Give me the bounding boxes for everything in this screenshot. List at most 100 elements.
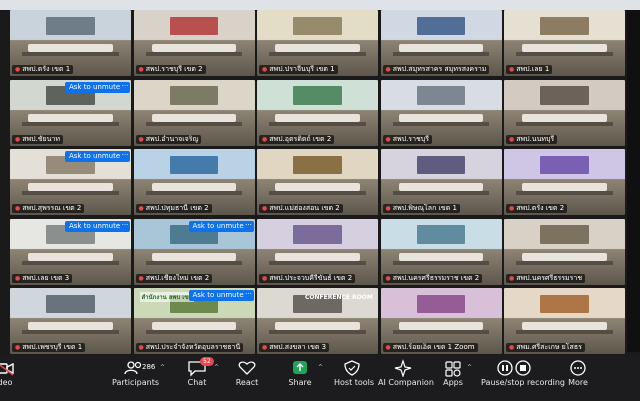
participant-name-text: สพป.ปราจีนบุรี เขต 1 (269, 65, 335, 73)
mic-muted-icon: ● (262, 344, 268, 351)
participant-tile[interactable]: ● สพป.อำนาจเจริญ (133, 79, 255, 146)
participant-tile[interactable]: ● สพป.เพชรบุรี เขต 1 (10, 288, 131, 354)
participant-name: ● สพป.ปราจีนบุรี เขต 1 (259, 65, 338, 74)
participant-tile[interactable]: ● สพป.สมุทรสาคร สมุทรสงคราม (380, 10, 502, 76)
share-caret-icon[interactable]: ^ (318, 364, 323, 371)
share-icon (289, 359, 311, 377)
react-button[interactable]: React (234, 359, 260, 389)
participant-tile[interactable]: ● สพป.พิษณุโลก เขต 1 (380, 149, 502, 215)
participant-tile[interactable]: ● สพป.อุตรดิตถ์ เขต 2 (257, 79, 378, 146)
participant-tile[interactable]: ● สพม.ศรีสะเกษ ยโสธร (504, 288, 625, 354)
mic-muted-icon: ● (138, 66, 144, 73)
tile-more-icon[interactable]: ··· (243, 220, 254, 232)
participant-name-text: สพป.เพชรบุรี เขต 1 (22, 343, 83, 351)
participant-name: ● สพป.ร้อยเอ็ด เขต 1 Zoom (382, 343, 478, 352)
participant-name-text: สพป.ราชบุรี (392, 134, 429, 143)
participant-tile[interactable]: สำนักงาน ลพบ เขต ● สพป.ประจำจังหวัดอุบลราช… (133, 288, 255, 354)
record-button[interactable]: Pause/stop recording (481, 359, 565, 389)
participant-tile[interactable]: ● สพป.ปทุมธานี เขต 2 (133, 149, 255, 215)
participant-tile[interactable]: ● สพป.นครศรีธรรมราช (504, 218, 625, 285)
participant-name-text: สพป.ปทุมธานี เขต 2 (145, 204, 209, 212)
mic-muted-icon: ● (385, 135, 391, 143)
participant-tile[interactable]: ● สพป.แม่ฮ่องสอน เขต 2 (257, 149, 378, 215)
tile-more-icon[interactable]: ··· (243, 290, 254, 301)
participant-tile[interactable]: ● สพป.นครศรีธรรมราช เขต 2 (380, 218, 502, 285)
participant-tile[interactable]: CONFERENCE ROOM ● สพป.สงขลา เขต 3 (257, 288, 378, 354)
participant-tile[interactable]: ● สพป.นนทบุรี (504, 79, 625, 146)
participant-name-text: สพป.สุพรรณ เขต 2 (22, 204, 82, 212)
ask-to-unmute-button[interactable]: Ask to unmute (188, 220, 248, 232)
participant-name-text: สพป.นนทบุรี (516, 134, 555, 143)
participant-tile[interactable]: ● สพป.ราชบุรี เขต 2 (133, 10, 255, 76)
host-tools-label: Host tools (334, 378, 375, 387)
more-icon (567, 359, 589, 377)
chat-caret-icon[interactable]: ^ (214, 364, 219, 371)
participant-name: ● สพป.แม่ฮ่องสอน เขต 2 (259, 204, 343, 213)
participant-tile[interactable]: ● สพป.ชัยนาท Ask to unmute ··· (10, 79, 131, 146)
participant-name-text: สพป.นครศรีธรรมราช (516, 273, 583, 282)
ask-to-unmute-button[interactable]: Ask to unmute (65, 151, 125, 162)
participant-tile[interactable]: ● สพป.เลย 1 (504, 10, 625, 76)
mic-muted-icon: ● (262, 135, 268, 143)
share-button[interactable]: Share (287, 359, 313, 389)
video-label: deo (0, 378, 13, 387)
apps-caret-icon[interactable]: ^ (467, 364, 472, 371)
participant-tile[interactable]: ● สพป.สุพรรณ เขต 2 Ask to unmute ··· (10, 149, 131, 215)
participant-name-text: สพป.อุตรดิตถ์ เขต 2 (269, 134, 332, 143)
participant-name-text: สพป.เชียงใหม่ เขต 2 (145, 273, 210, 282)
participant-name: ● สพป.นครศรีธรรมราช เขต 2 (382, 273, 483, 283)
participant-name: ● สพม.ศรีสะเกษ ยโสธร (506, 343, 585, 352)
chat-label: Chat (187, 378, 207, 387)
participant-tile[interactable]: ● สพป.ประจวบคีรีขันธ์ เขต 2 (257, 218, 378, 285)
host-tools-button[interactable]: Host tools (334, 359, 375, 389)
participant-tile[interactable]: ● สพป.ตรัง เขต 2 (504, 149, 625, 215)
apps-button[interactable]: Apps (442, 359, 464, 389)
participant-name-text: สพม.ศรีสะเกษ ยโสธร (516, 343, 582, 351)
conference-room-sign: CONFERENCE ROOM (305, 294, 373, 301)
participant-name-text: สพป.ประจำจังหวัดอุบลราชธานี (145, 343, 241, 351)
mic-muted-icon: ● (138, 344, 144, 351)
ask-to-unmute-button[interactable]: Ask to unmute (188, 290, 248, 301)
participant-tile[interactable]: ● สพป.เลย เขต 3 Ask to unmute ··· (10, 218, 131, 285)
participant-name: ● สพป.เชียงใหม่ เขต 2 (135, 273, 213, 283)
mic-muted-icon: ● (385, 66, 391, 73)
participant-name-text: สพป.เลย เขต 3 (22, 273, 70, 282)
participant-tile[interactable]: ● สพป.ปราจีนบุรี เขต 1 (257, 10, 378, 76)
participant-name: ● สพป.ตรัง เขต 1 (12, 65, 74, 74)
ai-companion-label: AI Companion (378, 378, 434, 387)
participant-name: ● สพป.สุพรรณ เขต 2 (12, 204, 85, 213)
video-button[interactable]: deo (0, 359, 16, 389)
participant-name-text: สพป.แม่ฮ่องสอน เขต 2 (269, 204, 340, 212)
participant-tile[interactable]: ● สพป.ราชบุรี (380, 79, 502, 146)
participant-tile[interactable]: ● สพป.เชียงใหม่ เขต 2 Ask to unmute ··· (133, 218, 255, 285)
participants-caret-icon[interactable]: ^ (160, 364, 165, 371)
participant-name: ● สพป.เพชรบุรี เขต 1 (12, 343, 86, 352)
ai-companion-button[interactable]: AI Companion (378, 359, 434, 389)
participant-name: ● สพป.สมุทรสาคร สมุทรสงคราม (382, 65, 490, 74)
ask-to-unmute-button[interactable]: Ask to unmute (65, 81, 125, 93)
tile-more-icon[interactable]: ··· (120, 81, 130, 93)
tile-banner-text: สำนักงาน ลพบ เขต (139, 292, 195, 302)
participant-name: ● สพป.ประจำจังหวัดอุบลราชธานี (135, 343, 244, 352)
participant-name: ● สพป.อำนาจเจริญ (135, 134, 202, 144)
participant-name-text: สพป.ตรัง เขต 2 (516, 204, 565, 212)
heart-icon (236, 359, 258, 377)
sparkle-icon (392, 359, 414, 378)
ask-to-unmute-button[interactable]: Ask to unmute (65, 220, 125, 232)
apps-label: Apps (443, 378, 463, 387)
pause-stop-icon (492, 359, 536, 377)
react-label: React (235, 378, 259, 387)
participant-tile[interactable]: ● สพป.ตรัง เขต 1 (10, 10, 131, 76)
more-button[interactable]: More (566, 359, 590, 389)
participant-name: ● สพป.ตรัง เขต 2 (506, 204, 568, 213)
mic-muted-icon: ● (15, 135, 21, 143)
mic-muted-icon: ● (385, 274, 391, 282)
participant-tile[interactable]: ● สพป.ร้อยเอ็ด เขต 1 Zoom (380, 288, 502, 354)
tile-more-icon[interactable]: ··· (120, 151, 130, 162)
participant-name: ● สพป.พิษณุโลก เขต 1 (382, 204, 460, 213)
mic-muted-icon: ● (509, 274, 515, 282)
more-label: More (568, 378, 588, 387)
window-top-strip (0, 0, 640, 10)
tile-more-icon[interactable]: ··· (120, 220, 130, 232)
participant-name: ● สพป.ราชบุรี (382, 134, 432, 144)
